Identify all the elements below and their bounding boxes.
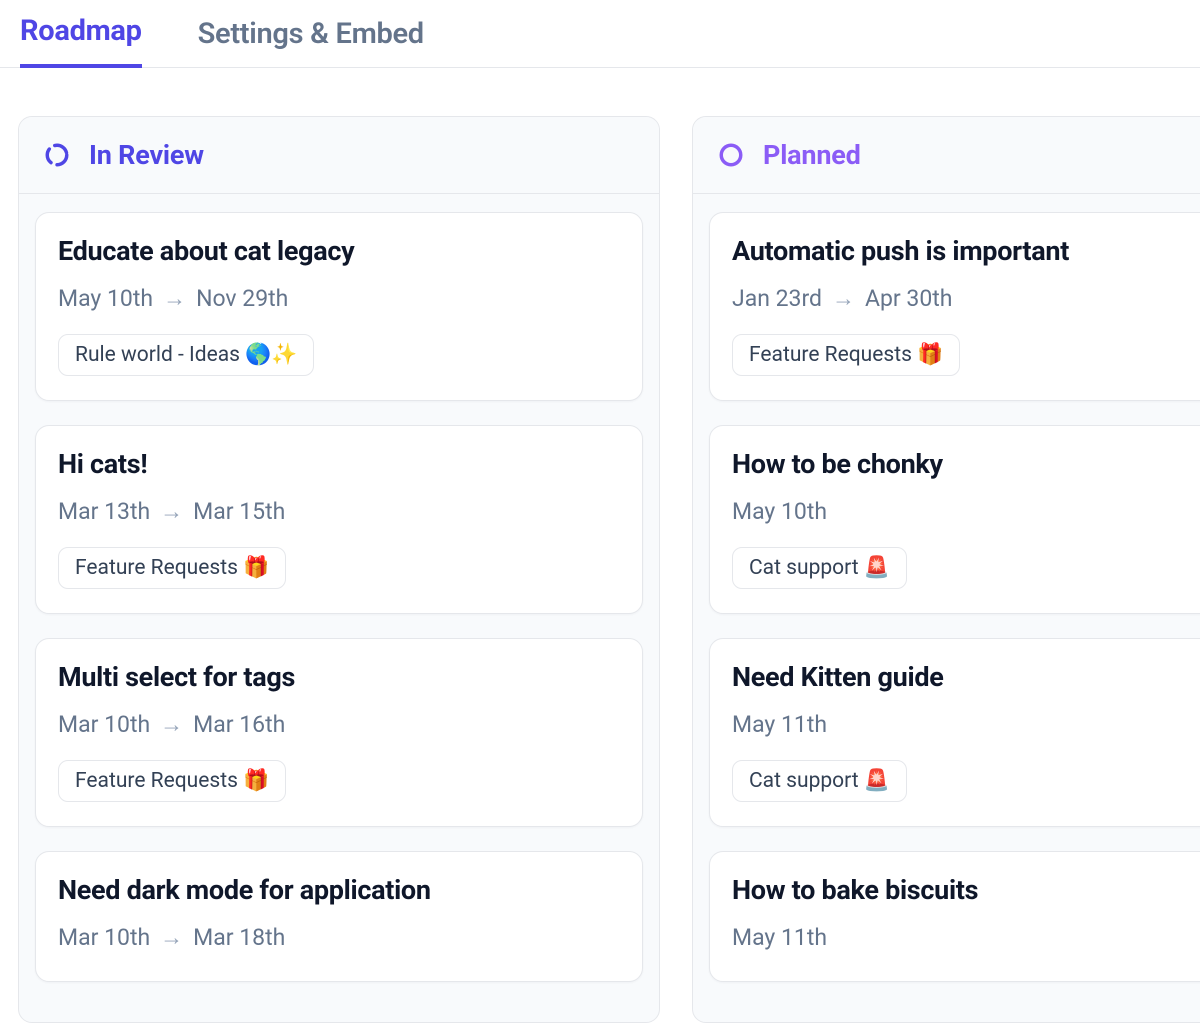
card-title: Hi cats! bbox=[58, 448, 620, 480]
tag-chip[interactable]: Feature Requests 🎁 bbox=[58, 547, 286, 589]
arrow-icon: → bbox=[160, 924, 183, 951]
status-in-review-icon bbox=[43, 141, 71, 169]
card-title: Automatic push is important bbox=[732, 235, 1200, 267]
roadmap-card[interactable]: Automatic push is important Jan 23rd → A… bbox=[709, 212, 1200, 401]
card-dates: May 11th bbox=[732, 924, 1200, 951]
column-header: In Review bbox=[19, 117, 659, 194]
card-start-date: May 11th bbox=[732, 924, 827, 951]
roadmap-card[interactable]: Hi cats! Mar 13th → Mar 15th Feature Req… bbox=[35, 425, 643, 614]
tag-chip[interactable]: Rule world - Ideas 🌎✨ bbox=[58, 334, 314, 376]
tag-chip[interactable]: Cat support 🚨 bbox=[732, 760, 907, 802]
tag-label: Rule world - Ideas 🌎✨ bbox=[75, 343, 297, 367]
roadmap-card[interactable]: How to be chonky May 10th Cat support 🚨 bbox=[709, 425, 1200, 614]
arrow-icon: → bbox=[160, 711, 183, 738]
cards-list: Automatic push is important Jan 23rd → A… bbox=[693, 194, 1200, 1022]
status-planned-icon bbox=[717, 141, 745, 169]
tag-chip[interactable]: Feature Requests 🎁 bbox=[732, 334, 960, 376]
tag-label: Cat support 🚨 bbox=[749, 769, 890, 793]
card-start-date: Mar 10th bbox=[58, 711, 150, 738]
card-dates: Mar 10th → Mar 16th bbox=[58, 711, 620, 738]
card-title: Educate about cat legacy bbox=[58, 235, 620, 267]
arrow-icon: → bbox=[832, 285, 855, 312]
roadmap-board: In Review Educate about cat legacy May 1… bbox=[0, 68, 1200, 1023]
tag-label: Feature Requests 🎁 bbox=[75, 556, 269, 580]
card-end-date: Mar 16th bbox=[193, 711, 285, 738]
card-end-date: Nov 29th bbox=[196, 285, 288, 312]
card-dates: May 10th bbox=[732, 498, 1200, 525]
card-start-date: May 11th bbox=[732, 711, 827, 738]
card-end-date: Apr 30th bbox=[865, 285, 952, 312]
card-title: Need Kitten guide bbox=[732, 661, 1200, 693]
card-title: Multi select for tags bbox=[58, 661, 620, 693]
card-end-date: Mar 18th bbox=[193, 924, 285, 951]
column-title: In Review bbox=[89, 139, 204, 171]
card-end-date: Mar 15th bbox=[193, 498, 285, 525]
tag-chip[interactable]: Cat support 🚨 bbox=[732, 547, 907, 589]
tab-roadmap[interactable]: Roadmap bbox=[20, 14, 142, 68]
roadmap-card[interactable]: How to bake biscuits May 11th bbox=[709, 851, 1200, 982]
card-title: How to bake biscuits bbox=[732, 874, 1200, 906]
column-header: Planned bbox=[693, 117, 1200, 194]
card-dates: Mar 10th → Mar 18th bbox=[58, 924, 620, 951]
card-start-date: May 10th bbox=[732, 498, 827, 525]
arrow-icon: → bbox=[160, 498, 183, 525]
card-title: Need dark mode for application bbox=[58, 874, 620, 906]
card-dates: May 11th bbox=[732, 711, 1200, 738]
card-title: How to be chonky bbox=[732, 448, 1200, 480]
tab-settings-embed[interactable]: Settings & Embed bbox=[198, 17, 424, 67]
card-start-date: Mar 10th bbox=[58, 924, 150, 951]
tabs-bar: Roadmap Settings & Embed bbox=[0, 0, 1200, 68]
roadmap-card[interactable]: Need dark mode for application Mar 10th … bbox=[35, 851, 643, 982]
card-dates: Jan 23rd → Apr 30th bbox=[732, 285, 1200, 312]
column-title: Planned bbox=[763, 139, 861, 171]
card-dates: Mar 13th → Mar 15th bbox=[58, 498, 620, 525]
tag-label: Feature Requests 🎁 bbox=[749, 343, 943, 367]
roadmap-card[interactable]: Educate about cat legacy May 10th → Nov … bbox=[35, 212, 643, 401]
card-start-date: Jan 23rd bbox=[732, 285, 822, 312]
tag-label: Cat support 🚨 bbox=[749, 556, 890, 580]
arrow-icon: → bbox=[163, 285, 186, 312]
card-start-date: Mar 13th bbox=[58, 498, 150, 525]
card-start-date: May 10th bbox=[58, 285, 153, 312]
roadmap-card[interactable]: Multi select for tags Mar 10th → Mar 16t… bbox=[35, 638, 643, 827]
card-dates: May 10th → Nov 29th bbox=[58, 285, 620, 312]
roadmap-card[interactable]: Need Kitten guide May 11th Cat support 🚨 bbox=[709, 638, 1200, 827]
cards-list: Educate about cat legacy May 10th → Nov … bbox=[19, 194, 659, 1022]
tag-label: Feature Requests 🎁 bbox=[75, 769, 269, 793]
tag-chip[interactable]: Feature Requests 🎁 bbox=[58, 760, 286, 802]
column-in-review: In Review Educate about cat legacy May 1… bbox=[18, 116, 660, 1023]
column-planned: Planned Automatic push is important Jan … bbox=[692, 116, 1200, 1023]
